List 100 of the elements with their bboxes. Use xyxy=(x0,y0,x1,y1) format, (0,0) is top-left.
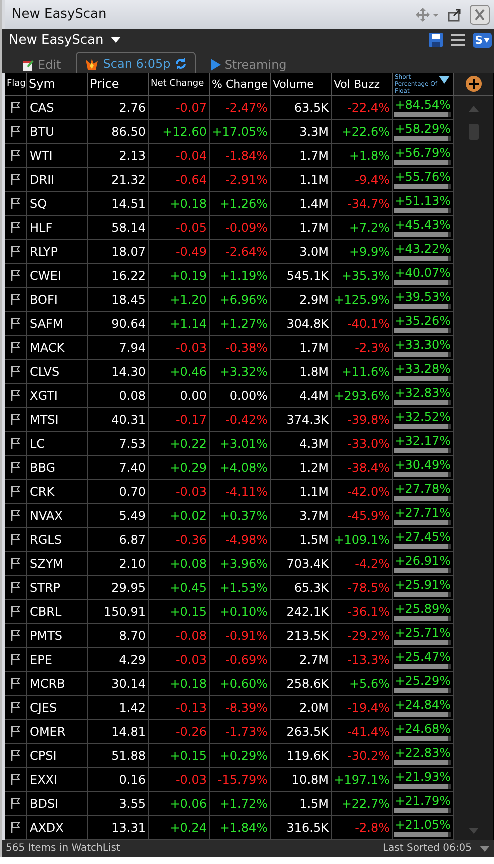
symbol-cell[interactable]: CWEI xyxy=(30,268,62,282)
symbol-cell[interactable]: CRK xyxy=(30,484,55,498)
symbol-cell[interactable]: BDSI xyxy=(30,796,59,810)
flag-icon[interactable] xyxy=(10,318,20,329)
caret-icon[interactable] xyxy=(480,844,490,852)
scan-name-dropdown[interactable]: New EasyScan xyxy=(9,32,121,48)
tab[interactable]: Streaming xyxy=(202,55,296,73)
flag-icon[interactable] xyxy=(10,702,20,713)
flag-icon[interactable] xyxy=(10,126,20,137)
tab[interactable]: Edit xyxy=(13,55,70,73)
symbol-cell[interactable]: XGTI xyxy=(30,388,58,402)
flag-icon[interactable] xyxy=(10,438,20,449)
volume-cell: 4.4M xyxy=(300,388,329,402)
symbol-cell[interactable]: BOFI xyxy=(30,292,58,306)
symbol-cell[interactable]: AXDX xyxy=(30,820,64,834)
value-bar xyxy=(394,256,451,261)
symbol-cell[interactable]: STRP xyxy=(30,580,61,594)
symbol-cell[interactable]: OMER xyxy=(30,724,66,738)
flag-icon[interactable] xyxy=(10,750,20,761)
menu-icon[interactable] xyxy=(451,34,466,46)
flag-icon[interactable] xyxy=(10,654,20,665)
flag-icon[interactable] xyxy=(10,558,20,569)
flag-icon[interactable] xyxy=(10,198,20,209)
notepad-icon xyxy=(22,59,34,71)
percent-change-cell: +1.19% xyxy=(220,268,268,282)
value-bar xyxy=(394,472,451,477)
symbol-cell[interactable]: CBRL xyxy=(30,604,62,618)
flag-icon[interactable] xyxy=(10,510,20,521)
symbol-cell[interactable]: DRII xyxy=(30,172,55,186)
caret-icon xyxy=(110,36,121,44)
symbol-cell[interactable]: HLF xyxy=(30,220,53,234)
symbol-cell[interactable]: EPE xyxy=(30,652,52,666)
value-bar xyxy=(394,376,451,381)
window-title: New EasyScan xyxy=(12,7,107,22)
net-change-cell: -0.03 xyxy=(176,652,207,666)
pop-out-icon[interactable] xyxy=(448,8,462,22)
symbol-cell[interactable]: NVAX xyxy=(30,508,63,522)
percent-change-cell: +1.84% xyxy=(220,820,268,834)
flag-icon[interactable] xyxy=(10,342,20,353)
scrollbar[interactable] xyxy=(454,96,493,840)
flag-icon[interactable] xyxy=(10,246,20,257)
refresh-icon[interactable] xyxy=(174,58,187,70)
flag-icon[interactable] xyxy=(10,822,20,833)
volume-header[interactable]: Volume xyxy=(273,78,314,90)
flag-icon[interactable] xyxy=(10,414,20,425)
symbol-cell[interactable]: WTI xyxy=(30,148,53,162)
symbol-cell[interactable]: SZYM xyxy=(30,556,64,570)
flag-header[interactable]: Flag xyxy=(7,79,26,89)
sort-descending-icon[interactable] xyxy=(439,76,450,84)
flag-icon[interactable] xyxy=(10,630,20,641)
volume-cell: 316.5K xyxy=(286,820,329,834)
symbol-cell[interactable]: SQ xyxy=(30,196,48,210)
symbol-cell[interactable]: CJES xyxy=(30,700,58,714)
save-icon[interactable] xyxy=(429,33,444,47)
flag-icon[interactable] xyxy=(10,486,20,497)
symbol-cell[interactable]: CAS xyxy=(30,100,54,114)
flag-icon[interactable] xyxy=(10,582,20,593)
flag-icon[interactable] xyxy=(10,294,20,305)
symbol-cell[interactable]: CLVS xyxy=(30,364,60,378)
flag-icon[interactable] xyxy=(10,174,20,185)
symbol-cell[interactable]: MACK xyxy=(30,340,65,354)
add-column-icon[interactable] xyxy=(466,76,482,92)
scrollbar-thumb[interactable] xyxy=(468,124,478,140)
vol-buzz-header[interactable]: Vol Buzz xyxy=(334,78,380,90)
flag-icon[interactable] xyxy=(10,102,20,113)
s-menu-button[interactable]: S xyxy=(473,32,492,48)
flag-icon[interactable] xyxy=(10,150,20,161)
vol-buzz-cell: -30.2% xyxy=(348,748,390,762)
symbol-cell[interactable]: BTU xyxy=(30,124,54,138)
flag-icon[interactable] xyxy=(10,606,20,617)
vol-buzz-cell: -2.8% xyxy=(355,820,390,834)
symbol-cell[interactable]: RLYP xyxy=(30,244,58,258)
flag-icon[interactable] xyxy=(10,798,20,809)
percent-change-header[interactable]: % Change xyxy=(212,78,268,90)
flag-icon[interactable] xyxy=(10,678,20,689)
flag-icon[interactable] xyxy=(10,534,20,545)
flag-icon[interactable] xyxy=(10,366,20,377)
symbol-cell[interactable]: BBG xyxy=(30,460,56,474)
symbol-cell[interactable]: SAFM xyxy=(30,316,64,330)
flag-icon[interactable] xyxy=(10,390,20,401)
symbol-cell[interactable]: EXXI xyxy=(30,772,58,786)
flag-icon[interactable] xyxy=(10,462,20,473)
price-cell: 16.22 xyxy=(112,268,146,282)
price-header[interactable]: Price xyxy=(90,77,120,91)
symbol-header[interactable]: Sym xyxy=(29,77,56,91)
symbol-cell[interactable]: CPSI xyxy=(30,748,57,762)
flag-icon[interactable] xyxy=(10,270,20,281)
symbol-cell[interactable]: PMTS xyxy=(30,628,63,642)
vol-buzz-cell: -36.1% xyxy=(348,604,390,618)
close-icon[interactable] xyxy=(470,4,490,24)
symbol-cell[interactable]: MCRB xyxy=(30,676,66,690)
flag-icon[interactable] xyxy=(10,726,20,737)
symbol-cell[interactable]: RGLS xyxy=(30,532,62,546)
volume-cell: 1.7M xyxy=(300,220,329,234)
symbol-cell[interactable]: MTSI xyxy=(30,412,59,426)
flag-icon[interactable] xyxy=(10,774,20,785)
flag-icon[interactable] xyxy=(10,222,20,233)
move-icon[interactable] xyxy=(416,8,440,22)
net-change-header[interactable]: Net Change xyxy=(151,79,204,89)
symbol-cell[interactable]: LC xyxy=(30,436,46,450)
